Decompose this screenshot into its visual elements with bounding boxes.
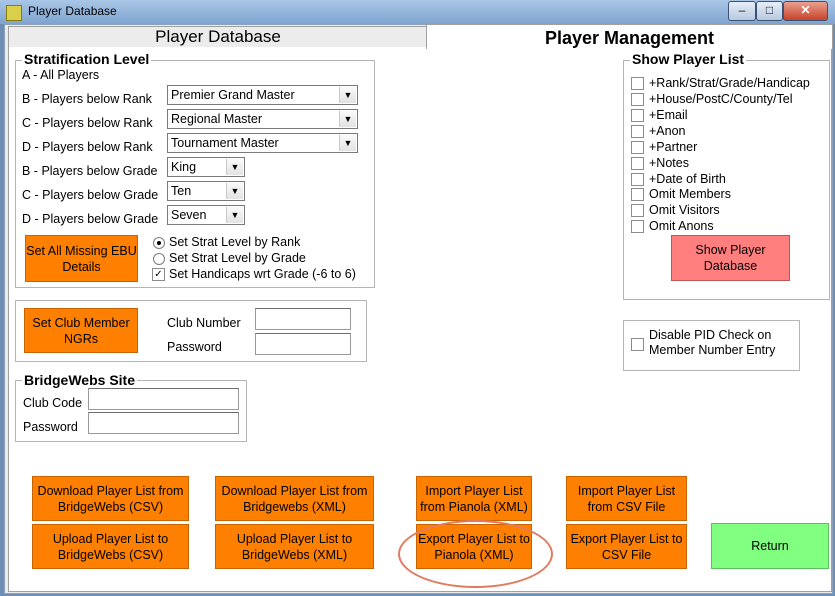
download-xml-button[interactable]: Download Player List from Bridgewebs (XM…: [215, 476, 374, 521]
upload-xml-button[interactable]: Upload Player List to BridgeWebs (XML): [215, 524, 374, 569]
set-all-missing-ebu-button[interactable]: Set All Missing EBU Details: [25, 235, 138, 282]
grade-b-label: B - Players below Grade: [22, 164, 158, 178]
maximize-button[interactable]: □: [756, 1, 783, 21]
club-number-input[interactable]: [255, 308, 351, 330]
grade-d-dropdown[interactable]: Seven ▼: [167, 205, 245, 225]
club-code-input[interactable]: [88, 388, 239, 410]
option-omit-members-checkbox[interactable]: [631, 188, 644, 201]
grade-d-label: D - Players below Grade: [22, 212, 159, 226]
chevron-down-icon: ▼: [226, 159, 243, 175]
export-csv-button[interactable]: Export Player List to CSV File: [566, 524, 687, 569]
download-csv-button[interactable]: Download Player List from BridgeWebs (CS…: [32, 476, 189, 521]
all-players-label: A - All Players: [22, 68, 100, 82]
option-partner-checkbox[interactable]: [631, 141, 644, 154]
chevron-down-icon: ▼: [339, 135, 356, 151]
option-anon-label: +Anon: [649, 124, 686, 138]
handicap-checkbox[interactable]: ✓: [152, 268, 165, 281]
option-omit-anons-checkbox[interactable]: [631, 220, 644, 233]
return-button[interactable]: Return: [711, 523, 829, 569]
title-bar: [0, 0, 835, 24]
option-email-label: +Email: [649, 108, 688, 122]
option-notes-checkbox[interactable]: [631, 157, 644, 170]
option-email-checkbox[interactable]: [631, 109, 644, 122]
grade-b-dropdown[interactable]: King ▼: [167, 157, 245, 177]
rank-d-value: Tournament Master: [171, 136, 279, 150]
set-club-member-ngrs-button[interactable]: Set Club Member NGRs: [24, 308, 138, 353]
tab-player-database[interactable]: Player Database: [8, 26, 428, 47]
grade-b-value: King: [171, 160, 197, 174]
grade-c-label: C - Players below Grade: [22, 188, 159, 202]
club-number-label: Club Number: [167, 316, 241, 330]
option-rank-label: +Rank/Strat/Grade/Handicap: [649, 76, 810, 90]
rank-c-value: Regional Master: [171, 112, 263, 126]
chevron-down-icon: ▼: [339, 87, 356, 103]
chevron-down-icon: ▼: [226, 207, 243, 223]
app-icon: [6, 5, 22, 21]
disable-pid-checkbox[interactable]: [631, 338, 644, 351]
club-password-label: Password: [167, 340, 222, 354]
grade-d-value: Seven: [171, 208, 207, 222]
option-rank-checkbox[interactable]: [631, 77, 644, 90]
grade-c-value: Ten: [171, 184, 192, 198]
club-code-label: Club Code: [23, 396, 83, 410]
upload-csv-button[interactable]: Upload Player List to BridgeWebs (CSV): [32, 524, 189, 569]
show-player-database-button[interactable]: Show Player Database: [671, 235, 790, 281]
import-pianola-button[interactable]: Import Player List from Pianola (XML): [416, 476, 532, 521]
import-csv-button[interactable]: Import Player List from CSV File: [566, 476, 687, 521]
rank-c-label: C - Players below Rank: [22, 116, 153, 130]
close-button[interactable]: ✕: [783, 1, 828, 21]
bridgewebs-legend: BridgeWebs Site: [22, 372, 137, 388]
option-house-label: +House/PostC/County/Tel: [649, 92, 793, 106]
bridgewebs-password-label: Password: [23, 420, 78, 434]
rank-b-value: Premier Grand Master: [171, 88, 295, 102]
bridgewebs-password-input[interactable]: [88, 412, 239, 434]
minimize-button[interactable]: –: [728, 1, 756, 21]
option-omit-visitors-checkbox[interactable]: [631, 204, 644, 217]
option-omit-members-label: Omit Members: [649, 187, 731, 201]
stratification-legend: Stratification Level: [22, 51, 152, 67]
option-omit-visitors-label: Omit Visitors: [649, 203, 720, 217]
strat-by-grade-radio[interactable]: [153, 253, 165, 265]
rank-b-dropdown[interactable]: Premier Grand Master ▼: [167, 85, 358, 105]
tab-player-management[interactable]: Player Management: [426, 24, 833, 49]
disable-pid-label: Disable PID Check on Member Number Entry: [649, 328, 776, 357]
window-title: Player Database: [28, 4, 117, 18]
show-player-list-legend: Show Player List: [630, 51, 747, 67]
option-omit-anons-label: Omit Anons: [649, 219, 714, 233]
handicap-label: Set Handicaps wrt Grade (-6 to 6): [169, 267, 356, 281]
rank-c-dropdown[interactable]: Regional Master ▼: [167, 109, 358, 129]
option-anon-checkbox[interactable]: [631, 125, 644, 138]
strat-by-rank-label: Set Strat Level by Rank: [169, 235, 301, 249]
grade-c-dropdown[interactable]: Ten ▼: [167, 181, 245, 201]
rank-b-label: B - Players below Rank: [22, 92, 152, 106]
chevron-down-icon: ▼: [339, 111, 356, 127]
option-partner-label: +Partner: [649, 140, 698, 154]
rank-d-dropdown[interactable]: Tournament Master ▼: [167, 133, 358, 153]
strat-by-grade-label: Set Strat Level by Grade: [169, 251, 306, 265]
strat-by-rank-radio[interactable]: [153, 237, 165, 249]
option-dob-label: +Date of Birth: [649, 172, 726, 186]
option-house-checkbox[interactable]: [631, 93, 644, 106]
option-notes-label: +Notes: [649, 156, 689, 170]
club-password-input[interactable]: [255, 333, 351, 355]
option-dob-checkbox[interactable]: [631, 173, 644, 186]
highlight-ellipse: [398, 520, 553, 588]
chevron-down-icon: ▼: [226, 183, 243, 199]
rank-d-label: D - Players below Rank: [22, 140, 153, 154]
